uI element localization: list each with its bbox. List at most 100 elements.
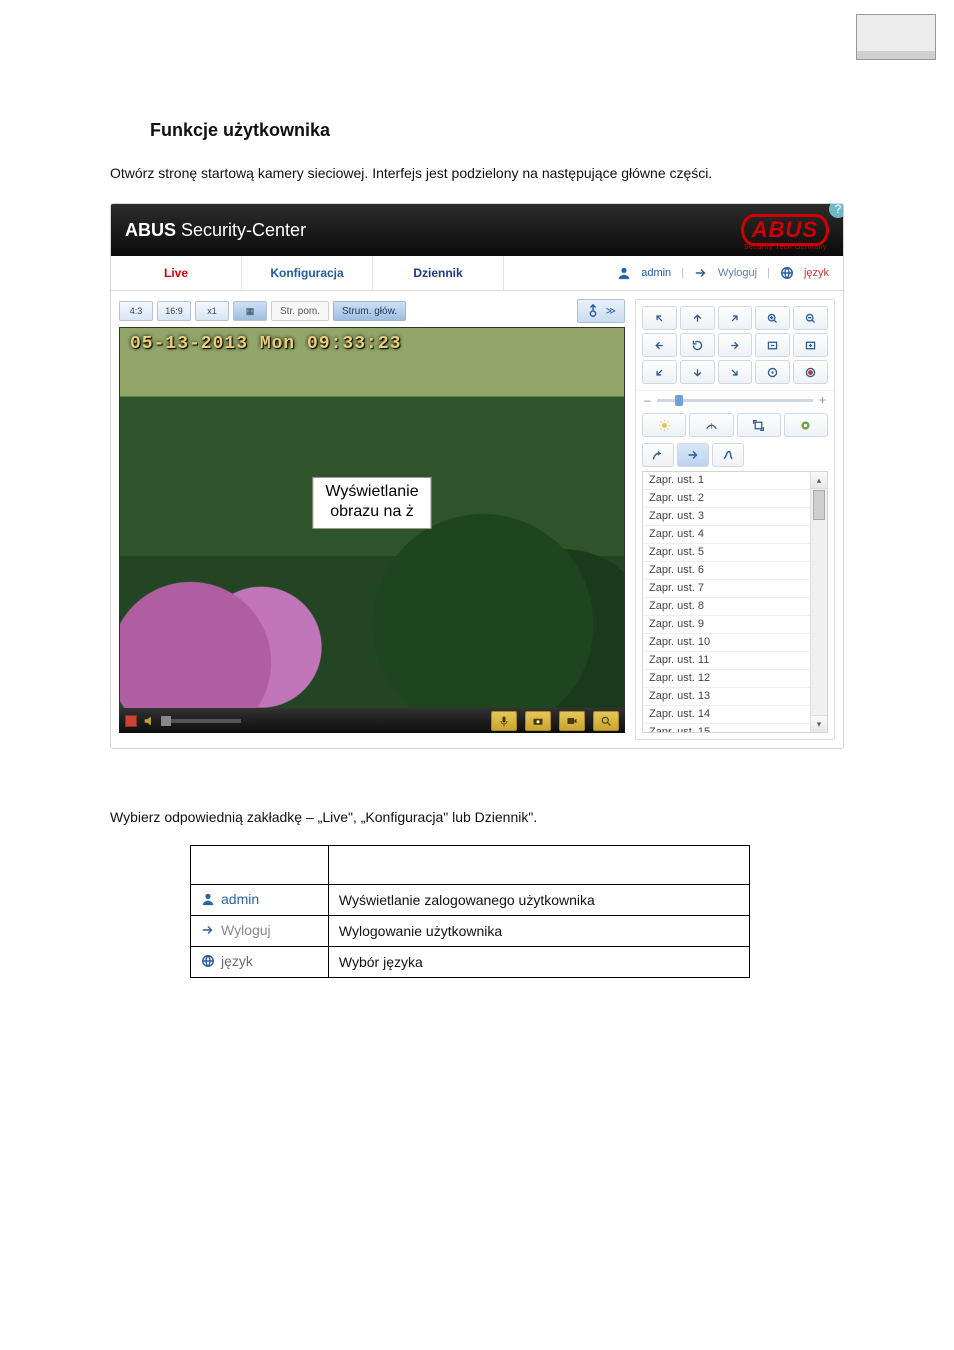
light-button[interactable] [642,413,686,437]
preset-item[interactable]: Zapr. ust. 3 [643,508,827,526]
preset-item[interactable]: Zapr. ust. 14 [643,706,827,724]
app-title-rest: Security-Center [176,220,306,240]
page-corner-chip [856,14,936,60]
video-footer-bar [119,709,625,733]
snapshot-button[interactable] [525,711,551,731]
app-screenshot: ABUS Security-Center ABUS Security Tech … [110,203,844,749]
legend-cell-admin: admin [191,885,329,916]
aux-focus-button[interactable] [737,413,781,437]
ptz-down-right-button[interactable] [718,360,753,384]
tab-live[interactable]: Live [111,256,242,290]
aspect-4-3-button[interactable]: 4:3 [119,301,153,321]
preset-item[interactable]: Zapr. ust. 10 [643,634,827,652]
brand-logo: ABUS [741,214,829,246]
legend-table: admin Wyświetlanie zalogowanego użytkown… [190,845,750,978]
tab-config[interactable]: Konfiguracja [242,256,373,290]
video-osd-timestamp: 05-13-2013 Mon 09:33:23 [130,334,401,354]
preset-item[interactable]: Zapr. ust. 15 [643,724,827,733]
scroll-down-button[interactable]: ▾ [811,715,827,732]
preset-item[interactable]: Zapr. ust. 4 [643,526,827,544]
fit-screen-button[interactable]: ▦ [233,301,267,321]
legend-admin-label: admin [221,891,259,907]
record-button[interactable] [559,711,585,731]
globe-icon [780,266,794,280]
preset-item[interactable]: Zapr. ust. 12 [643,670,827,688]
ptz-right-button[interactable] [718,333,753,357]
preset-list: Zapr. ust. 1Zapr. ust. 2Zapr. ust. 3Zapr… [642,471,828,733]
header-sep-1: | [681,267,684,279]
legend-logout-desc: Wylogowanie użytkownika [328,916,749,947]
preset-item[interactable]: Zapr. ust. 2 [643,490,827,508]
ptz-up-left-button[interactable] [642,306,677,330]
globe-icon [201,954,215,968]
focus-near-button[interactable] [755,333,790,357]
brand-logo-subtitle: Security Tech Germany [744,244,827,251]
logout-link[interactable]: Wyloguj [718,267,757,279]
ptz-down-button[interactable] [680,360,715,384]
legend-admin-desc: Wyświetlanie zalogowanego użytkownika [328,885,749,916]
table-row: język Wybór języka [191,947,750,978]
preset-item[interactable]: Zapr. ust. 5 [643,544,827,562]
substream-button[interactable]: Str. pom. [271,301,329,321]
wiper-button[interactable] [689,413,733,437]
aspect-16-9-button[interactable]: 16:9 [157,301,191,321]
ptz-panel-toggle[interactable]: ≫ [577,299,625,323]
live-video-view[interactable]: 05-13-2013 Mon 09:33:23 Wyświetlanie obr… [119,327,625,709]
ptz-up-button[interactable] [680,306,715,330]
section-title: Funkcje użytkownika [150,120,844,141]
preset-item[interactable]: Zapr. ust. 11 [643,652,827,670]
ptz-speed-slider[interactable] [657,399,813,402]
app-title-bold: ABUS [125,220,176,240]
table-header-row [191,846,750,885]
preset-item[interactable]: Zapr. ust. 1 [643,472,827,490]
video-overlay-line1: Wyświetlanie [325,483,418,500]
scale-1x-button[interactable]: x1 [195,301,229,321]
ptz-down-left-button[interactable] [642,360,677,384]
iris-open-button[interactable] [793,360,828,384]
main-tabbar: Live Konfiguracja Dziennik admin | Wylog… [111,256,843,291]
preset-tab-path[interactable] [712,443,744,467]
focus-far-button[interactable] [793,333,828,357]
iris-close-button[interactable] [755,360,790,384]
volume-control[interactable] [143,714,241,728]
zoom-in-button[interactable] [755,306,790,330]
mic-button[interactable] [491,711,517,731]
header-sep-2: | [767,267,770,279]
mainstream-button[interactable]: Strum. głów. [333,301,406,321]
intro-text: Otwórz stronę startową kamery sieciowej.… [110,165,844,181]
ptz-left-button[interactable] [642,333,677,357]
speed-plus-icon: + [819,393,826,407]
volume-slider[interactable] [161,719,241,723]
preset-item[interactable]: Zapr. ust. 13 [643,688,827,706]
logout-icon [201,923,215,937]
ptz-up-right-button[interactable] [718,306,753,330]
preset-item[interactable]: Zapr. ust. 6 [643,562,827,580]
view-toolbar: 4:3 16:9 x1 ▦ Str. pom. Strum. głów. ≫ [119,299,625,323]
record-indicator-icon[interactable] [125,715,137,727]
video-overlay-line2: obrazu na ż [330,503,414,520]
table-row: admin Wyświetlanie zalogowanego użytkown… [191,885,750,916]
preset-scrollbar[interactable]: ▴ ▾ [810,472,827,732]
preset-item[interactable]: Zapr. ust. 8 [643,598,827,616]
help-icon[interactable]: ? [829,203,844,218]
zoom-button[interactable] [593,711,619,731]
preset-tab-set[interactable] [642,443,674,467]
legend-cell-lang: język [191,947,329,978]
preset-tab-goto[interactable] [677,443,709,467]
legend-cell-logout: Wyloguj [191,916,329,947]
video-overlay-caption: Wyświetlanie obrazu na ż [312,477,431,529]
preset-item[interactable]: Zapr. ust. 9 [643,616,827,634]
scroll-thumb[interactable] [813,490,825,520]
init-lens-button[interactable] [784,413,828,437]
tab-log[interactable]: Dziennik [373,256,504,290]
user-icon [201,892,215,906]
zoom-out-button[interactable] [793,306,828,330]
legend-logout-label: Wyloguj [221,922,271,938]
legend-lang-desc: Wybór języka [328,947,749,978]
ptz-auto-button[interactable] [680,333,715,357]
preset-item[interactable]: Zapr. ust. 7 [643,580,827,598]
logout-icon [694,266,708,280]
scroll-up-button[interactable]: ▴ [811,472,827,489]
language-link[interactable]: język [804,267,829,279]
after-text: Wybierz odpowiednią zakładkę – „Live", „… [110,809,844,825]
